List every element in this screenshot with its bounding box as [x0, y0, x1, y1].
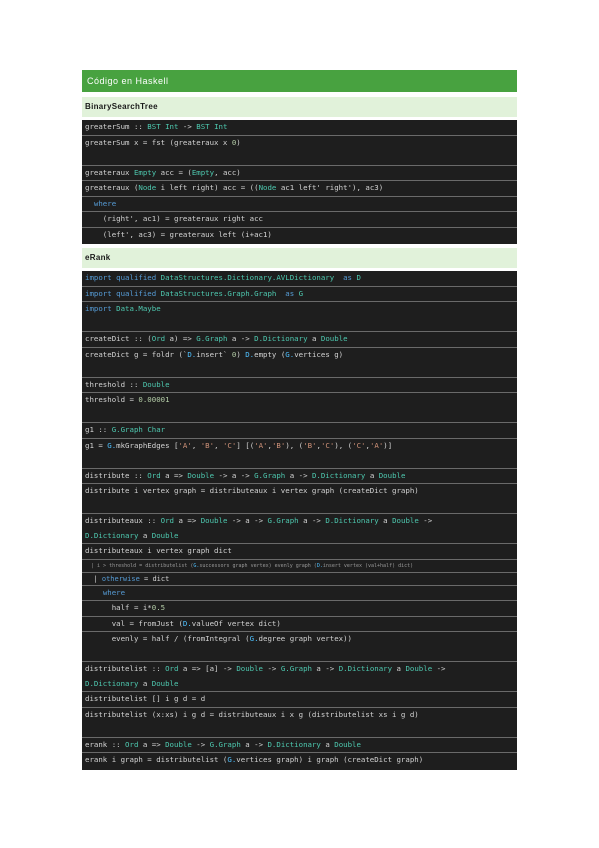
code-line: createDict :: (Ord a) => G.Graph a -> D.… — [82, 331, 517, 347]
code-line: (right', ac1) = greateraux right acc — [82, 211, 517, 227]
code-line: import qualified DataStructures.Graph.Gr… — [82, 285, 517, 302]
code-line: distributelist [] i g d = d — [82, 691, 517, 707]
code-line: erank :: Ord a => Double -> G.Graph a ->… — [82, 736, 517, 753]
code-block-erank: import qualified DataStructures.Dictiona… — [82, 271, 517, 770]
code-line: distributeaux i vertex graph dict — [82, 543, 517, 559]
code-line: distribute i vertex graph = distributeau… — [82, 483, 517, 499]
code-line: where — [82, 584, 517, 601]
code-line: threshold = 0.00001 — [82, 392, 517, 408]
code-line: g1 :: G.Graph Char — [82, 422, 517, 438]
code-line: where — [82, 195, 517, 212]
section-header-binarysearchtree: BinarySearchTree — [82, 97, 517, 117]
code-line: createDict g = foldr (`D.insert` 0) D.em… — [82, 346, 517, 363]
code-line: | otherwise = dict — [82, 571, 517, 585]
code-line: greateraux Empty acc = (Empty, acc) — [82, 164, 517, 181]
code-line: distribute :: Ord a => Double -> a -> G.… — [82, 467, 517, 484]
section-header-erank: eRank — [82, 248, 517, 268]
code-line: greaterSum x = fst (greateraux x 0) — [82, 134, 517, 151]
code-line: distributelist (x:xs) i g d = distribute… — [82, 706, 517, 723]
code-line: evenly = half / (fromIntegral (G.degree … — [82, 631, 517, 647]
code-line: D.Dictionary a Double — [85, 678, 179, 688]
code-line: greaterSum :: BST Int -> BST Int — [85, 122, 228, 131]
code-line: D.Dictionary a Double — [85, 530, 179, 540]
code-line: distributeaux :: Ord a => Double -> a ->… — [82, 513, 517, 529]
code-line: import Data.Maybe — [82, 301, 517, 317]
code-line: greateraux (Node i left right) acc = ((N… — [82, 180, 517, 196]
code-line: import qualified DataStructures.Dictiona… — [85, 273, 361, 282]
document-page: Código en Haskell BinarySearchTree great… — [82, 70, 517, 774]
code-line: half = i*0.5 — [82, 600, 517, 616]
code-line: | i > threshold = distributelist (G.succ… — [82, 558, 517, 572]
code-line: erank i graph = distributelist (G.vertic… — [82, 752, 517, 768]
code-line: val = fromJust (D.valueOf vertex dict) — [82, 615, 517, 632]
code-line: threshold :: Double — [82, 376, 517, 393]
code-line: (left', ac3) = greateraux left (i+ac1) — [82, 226, 517, 243]
code-block-binarysearchtree: greaterSum :: BST Int -> BST IntgreaterS… — [82, 120, 517, 244]
page-title: Código en Haskell — [82, 70, 517, 92]
code-line: g1 = G.mkGraphEdges ['A', 'B', 'C'] [('A… — [82, 437, 517, 454]
code-line: distributelist :: Ord a => [a] -> Double… — [82, 661, 517, 677]
